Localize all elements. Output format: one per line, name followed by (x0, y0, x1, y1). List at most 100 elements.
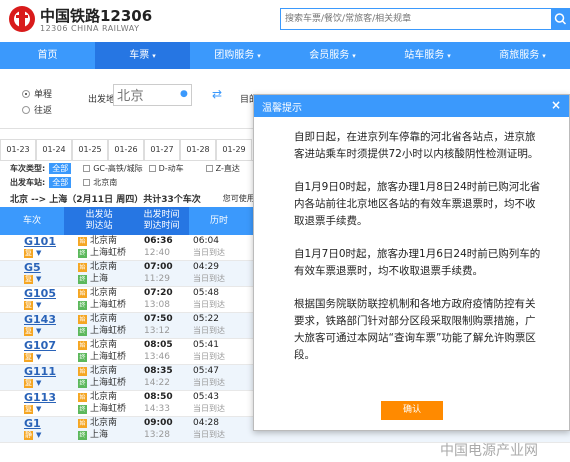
checkbox[interactable] (83, 164, 91, 172)
to-station: 上海 (90, 274, 109, 284)
train-number-link[interactable]: G105 (24, 287, 64, 300)
date-tab[interactable]: 01-29 (216, 139, 252, 160)
checkbox[interactable] (83, 178, 91, 186)
start-station-icon: 始 (78, 314, 87, 324)
train-number-link[interactable]: G1 (24, 417, 64, 430)
arrival-time: 12:40 (144, 248, 170, 258)
checkbox[interactable] (205, 164, 213, 172)
chevron-down-icon[interactable]: ▼ (36, 275, 41, 283)
train-number-link[interactable]: G5 (24, 261, 64, 274)
from-label: 出发地 (88, 95, 116, 105)
train-tag: 复 (24, 301, 33, 310)
date-tab[interactable]: 01-26 (108, 139, 144, 160)
dialog-header: 温馨提示 × (254, 95, 569, 117)
notice-dialog: 温馨提示 × 自即日起，在进京列车停靠的河北省各站点，进京旅客进站乘车时须提供7… (253, 94, 570, 431)
from-station: 北京南 (90, 236, 118, 246)
train-tag: 复 (24, 353, 33, 362)
date-tab[interactable]: 01-23 (0, 139, 36, 160)
from-station: 北京南 (90, 262, 118, 272)
train-cell: G111 复 ▼ (0, 365, 64, 390)
train-tag: 复 (24, 249, 33, 258)
chevron-down-icon[interactable]: ▼ (36, 301, 41, 309)
train-number-link[interactable]: G113 (24, 391, 64, 404)
arrival-time: 13:08 (144, 300, 170, 310)
station-cell: 始北京南终上海虹桥 (64, 365, 134, 390)
site-search-input[interactable] (280, 8, 552, 30)
site-logo-text[interactable]: 中国铁路12306 (40, 5, 152, 26)
type-all-button[interactable]: 全部 (49, 162, 72, 174)
notice-paragraph: 根据国务院联防联控机制和各地方政府疫情防控有关要求，铁路部门针对部分区段采取限制… (294, 298, 536, 361)
chevron-down-icon: ▾ (352, 52, 356, 60)
location-pin-icon[interactable]: ● (180, 89, 188, 99)
start-station-icon: 始 (78, 288, 87, 298)
site-header: 中国铁路12306 12306 CHINA RAILWAY (0, 0, 570, 42)
chevron-down-icon[interactable]: ▼ (36, 353, 41, 361)
station-cell: 始北京南终上海虹桥 (64, 391, 134, 416)
duration: 05:43 (193, 392, 219, 402)
time-cell: 08:05 13:46 (134, 339, 189, 364)
dialog-body: 自即日起，在进京列车停靠的河北省各站点，进京旅客进站乘车时须提供72小时以内核酸… (254, 117, 569, 364)
end-station-icon: 终 (78, 274, 87, 284)
train-number-link[interactable]: G111 (24, 365, 64, 378)
col-train: 车次 (22, 215, 41, 226)
date-tab[interactable]: 01-25 (72, 139, 108, 160)
col-duration[interactable]: 历时 (189, 207, 249, 235)
arrival-day: 当日到达 (193, 352, 225, 361)
railway-logo-icon[interactable] (8, 5, 36, 33)
col-station[interactable]: 出发站 到达站 (64, 207, 134, 235)
nav-member-service[interactable]: 会员服务 ▾ (285, 42, 380, 69)
arrival-time: 14:22 (144, 378, 170, 388)
station-all-button[interactable]: 全部 (49, 176, 72, 188)
time-cell: 09:00 13:28 (134, 417, 189, 442)
nav-group-service[interactable]: 团购服务 ▾ (190, 42, 285, 69)
train-cell: G143 复 ▼ (0, 313, 64, 338)
chevron-down-icon[interactable]: ▼ (36, 431, 41, 439)
nav-tickets[interactable]: 车票 ▾ (95, 42, 190, 69)
dialog-title: 温馨提示 (262, 103, 302, 114)
train-cell: G5 复 ▼ (0, 261, 64, 286)
arrival-day: 当日到达 (193, 274, 225, 283)
to-station: 上海虹桥 (90, 248, 127, 258)
train-cell: G105 复 ▼ (0, 287, 64, 312)
train-cell: G1 静 ▼ (0, 417, 64, 442)
one-way-radio[interactable]: 单程 (22, 87, 52, 100)
col-time[interactable]: 出发时间 到达时间 (134, 207, 189, 235)
date-tab[interactable]: 01-27 (144, 139, 180, 160)
site-logo-subtext: 12306 CHINA RAILWAY (40, 24, 140, 33)
arrival-day: 当日到达 (193, 378, 225, 387)
time-cell: 08:35 14:22 (134, 365, 189, 390)
checkbox[interactable] (148, 164, 156, 172)
station-filter-label: 出发车站: (10, 177, 46, 187)
train-tag: 复 (24, 379, 33, 388)
departure-time: 08:35 (144, 366, 173, 376)
nav-station-service[interactable]: 站车服务 ▾ (380, 42, 475, 69)
round-trip-radio[interactable]: 往返 (22, 103, 52, 116)
radio-dot (22, 89, 30, 98)
station-cell: 始北京南终上海虹桥 (64, 235, 134, 260)
close-icon[interactable]: × (551, 98, 561, 112)
train-number-link[interactable]: G101 (24, 235, 64, 248)
train-number-link[interactable]: G107 (24, 339, 64, 352)
to-station: 上海虹桥 (90, 300, 127, 310)
chevron-down-icon[interactable]: ▼ (36, 249, 41, 257)
chevron-down-icon[interactable]: ▼ (36, 405, 41, 413)
time-cell: 07:50 13:12 (134, 313, 189, 338)
search-button[interactable] (551, 8, 570, 30)
date-tab[interactable]: 01-28 (180, 139, 216, 160)
chevron-down-icon: ▾ (542, 52, 546, 60)
time-cell: 07:20 13:08 (134, 287, 189, 312)
nav-home[interactable]: 首页 (0, 42, 95, 69)
confirm-button[interactable]: 确认 (381, 401, 443, 420)
chevron-down-icon[interactable]: ▼ (36, 379, 41, 387)
notice-paragraph: 自1月7日0时起，旅客办理1月6日24时前已购列车的有效车票退票时，均不收取退票… (294, 248, 541, 277)
train-number-link[interactable]: G143 (24, 313, 64, 326)
time-cell: 08:50 14:33 (134, 391, 189, 416)
chevron-down-icon[interactable]: ▼ (36, 327, 41, 335)
nav-business-service[interactable]: 商旅服务 ▾ (475, 42, 570, 69)
date-tab[interactable]: 01-24 (36, 139, 72, 160)
duration-cell: 04:28 当日到达 (189, 417, 249, 442)
station-cell: 始北京南终上海 (64, 261, 134, 286)
station-cell: 始北京南终上海 (64, 417, 134, 442)
end-station-icon: 终 (78, 404, 87, 414)
swap-icon[interactable]: ⇄ (212, 87, 222, 101)
